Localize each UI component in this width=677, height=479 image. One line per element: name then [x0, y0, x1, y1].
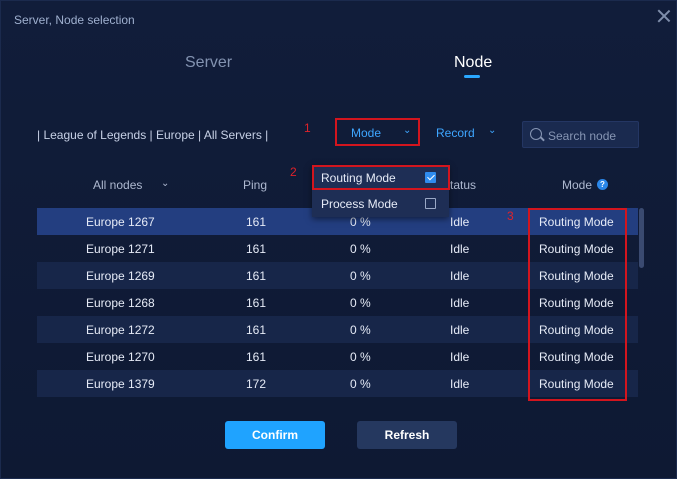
node-selection-dialog: Server, Node selection Server Node | Lea…	[0, 0, 677, 479]
node-ping: 161	[246, 323, 267, 337]
node-name: Europe 1379	[86, 377, 155, 391]
node-name: Europe 1267	[86, 215, 155, 229]
search-box	[522, 121, 639, 148]
annotation-3: 3	[507, 209, 514, 223]
mode-dropdown-menu: Routing Mode Process Mode	[312, 165, 449, 217]
tab-node[interactable]: Node	[454, 54, 492, 72]
menu-item-label: Process Mode	[321, 197, 398, 211]
node-loss: 0 %	[350, 269, 371, 283]
node-ping: 161	[246, 215, 267, 229]
scrollbar-thumb[interactable]	[639, 208, 644, 268]
node-status: Idle	[450, 296, 470, 310]
table-row[interactable]: Europe 1379 172 0 % Idle Routing Mode	[37, 370, 638, 397]
node-name: Europe 1268	[86, 296, 155, 310]
menu-item-label: Routing Mode	[321, 171, 396, 185]
node-name: Europe 1272	[86, 323, 155, 337]
search-icon	[530, 128, 542, 140]
node-status: Idle	[450, 269, 470, 283]
column-header-mode: Mode	[562, 178, 593, 192]
node-ping: 161	[246, 269, 267, 283]
node-mode: Routing Mode	[539, 269, 614, 283]
node-loss: 0 %	[350, 377, 371, 391]
node-mode: Routing Mode	[539, 215, 614, 229]
record-filter-button[interactable]: Record	[436, 126, 475, 140]
node-mode: Routing Mode	[539, 296, 614, 310]
search-input[interactable]	[546, 126, 638, 146]
node-mode: Routing Mode	[539, 242, 614, 256]
table-row[interactable]: Europe 1269 161 0 % Idle Routing Mode	[37, 262, 638, 289]
node-mode: Routing Mode	[539, 350, 614, 364]
table-row[interactable]: Europe 1270 161 0 % Idle Routing Mode	[37, 343, 638, 370]
help-icon[interactable]: ?	[597, 179, 608, 190]
node-status: Idle	[450, 350, 470, 364]
checkbox-checked-icon[interactable]	[425, 172, 436, 183]
close-icon[interactable]	[655, 7, 673, 25]
column-header-ping: Ping	[243, 178, 268, 192]
node-ping: 161	[246, 242, 267, 256]
node-status: Idle	[450, 242, 470, 256]
menu-item-routing-mode[interactable]: Routing Mode	[312, 165, 449, 191]
node-name: Europe 1271	[86, 242, 155, 256]
refresh-button[interactable]: Refresh	[357, 421, 457, 449]
active-tab-indicator	[464, 75, 480, 78]
node-loss: 0 %	[350, 215, 371, 229]
checkbox-unchecked-icon[interactable]	[425, 198, 436, 209]
column-header-status: tatus	[450, 178, 477, 192]
column-header-all-nodes[interactable]: All nodes	[93, 178, 142, 192]
annotation-2: 2	[290, 165, 297, 179]
mode-filter-label: Mode	[351, 126, 382, 140]
node-table: Europe 1267 161 0 % Idle Routing Mode Eu…	[37, 208, 638, 397]
confirm-button[interactable]: Confirm	[225, 421, 325, 449]
node-loss: 0 %	[350, 323, 371, 337]
node-name: Europe 1270	[86, 350, 155, 364]
chevron-down-icon: ⌄	[403, 125, 412, 136]
node-status: Idle	[450, 323, 470, 337]
tab-server[interactable]: Server	[185, 54, 232, 72]
node-mode: Routing Mode	[539, 323, 614, 337]
table-row[interactable]: Europe 1272 161 0 % Idle Routing Mode	[37, 316, 638, 343]
node-loss: 0 %	[350, 350, 371, 364]
node-name: Europe 1269	[86, 269, 155, 283]
menu-item-process-mode[interactable]: Process Mode	[312, 191, 449, 217]
table-row[interactable]: Europe 1271 161 0 % Idle Routing Mode	[37, 235, 638, 262]
annotation-1: 1	[304, 121, 311, 135]
node-loss: 0 %	[350, 296, 371, 310]
node-ping: 161	[246, 296, 267, 310]
breadcrumb: | League of Legends | Europe | All Serve…	[37, 128, 269, 142]
chevron-down-icon[interactable]: ⌄	[488, 125, 496, 136]
window-title: Server, Node selection	[14, 13, 135, 27]
chevron-down-icon[interactable]: ⌄	[161, 178, 169, 189]
node-status: Idle	[450, 215, 470, 229]
table-row[interactable]: Europe 1268 161 0 % Idle Routing Mode	[37, 289, 638, 316]
node-status: Idle	[450, 377, 470, 391]
mode-filter-button[interactable]: Mode ⌄	[335, 118, 419, 146]
node-loss: 0 %	[350, 242, 371, 256]
node-ping: 172	[246, 377, 267, 391]
node-mode: Routing Mode	[539, 377, 614, 391]
node-ping: 161	[246, 350, 267, 364]
